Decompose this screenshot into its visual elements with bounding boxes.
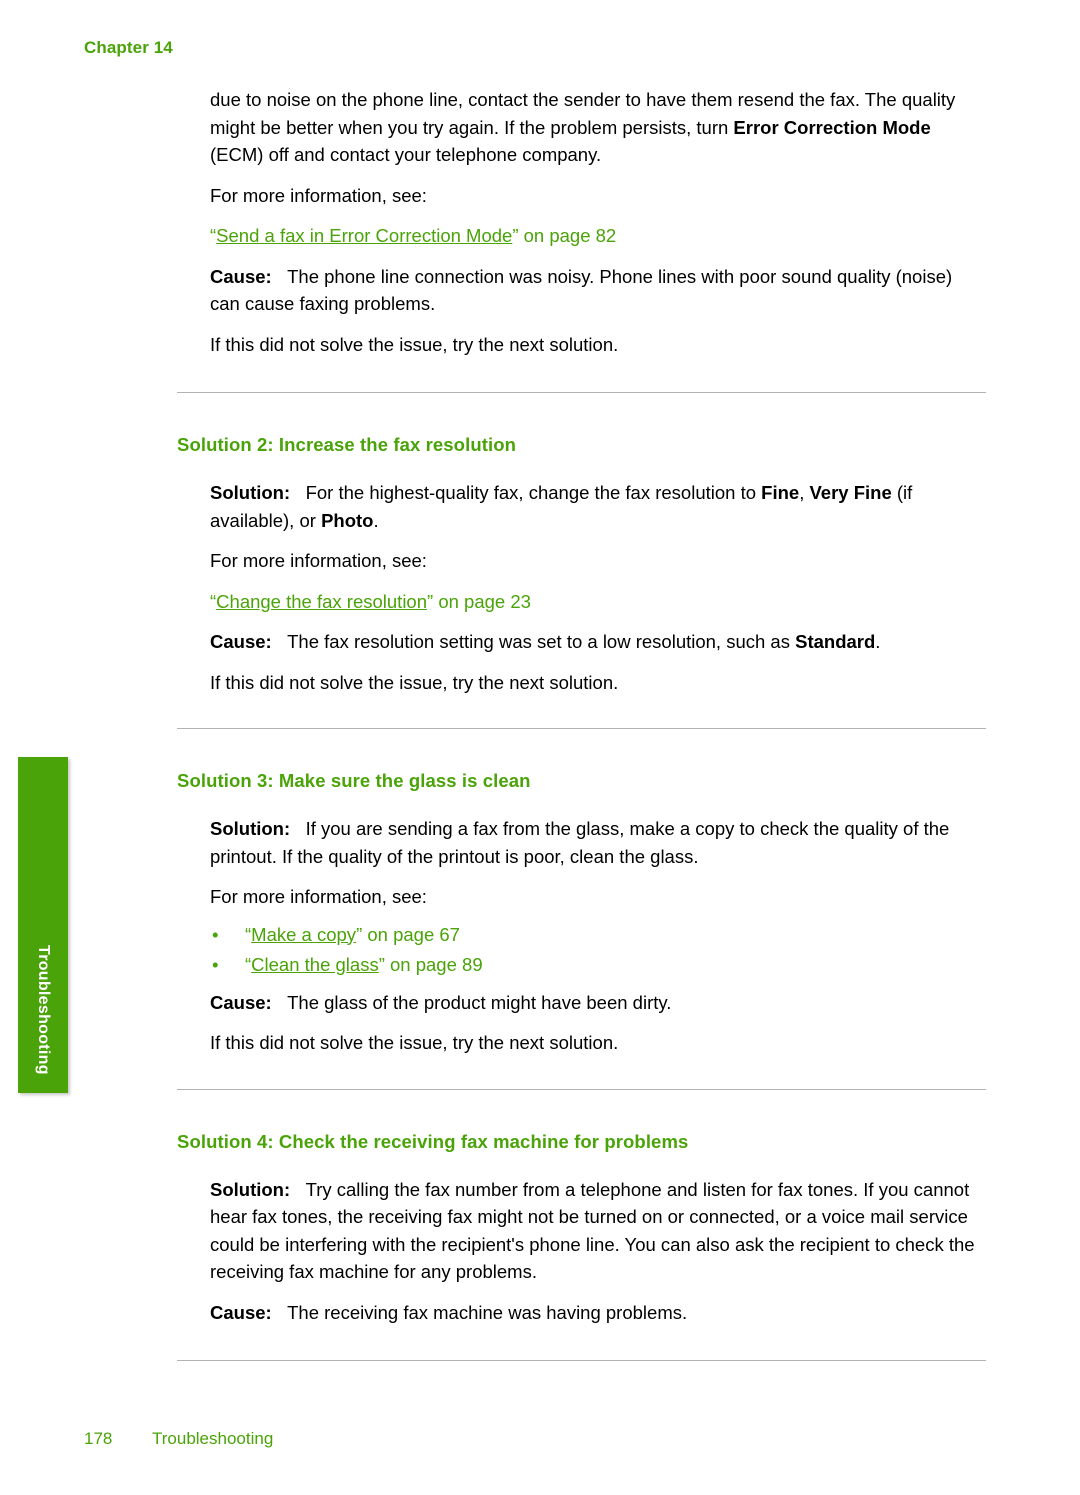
solution2-text-end: . xyxy=(373,509,379,531)
solution2-more-info: For more information, see: xyxy=(210,550,427,571)
crossref-page: on page 67 xyxy=(362,923,460,945)
solution2-body: Solution: For the highest-quality fax, c… xyxy=(210,479,986,534)
solution3-next-solution: If this did not solve the issue, try the… xyxy=(210,1032,619,1053)
intro-more-info: For more information, see: xyxy=(210,184,427,206)
solution2-next-solution: If this did not solve the issue, try the… xyxy=(210,671,619,693)
solution3-cause: Cause: The glass of the product might ha… xyxy=(210,989,986,1017)
solution2-term-photo: Photo xyxy=(321,509,374,531)
intro-paragraph: due to noise on the phone line, contact … xyxy=(210,86,986,169)
cause-label: Cause: xyxy=(210,265,272,287)
solution4-cause: Cause: The receiving fax machine was hav… xyxy=(210,1299,986,1327)
crossref[interactable]: “Make a copy” on page 67 xyxy=(245,924,460,945)
intro-next-solution: If this did not solve the issue, try the… xyxy=(210,333,619,355)
crossref-page: on page 23 xyxy=(433,590,531,612)
solution4-body: Solution: Try calling the fax number fro… xyxy=(210,1176,986,1286)
solution4-text: Try calling the fax number from a teleph… xyxy=(210,1178,975,1283)
solution-label: Solution: xyxy=(210,1178,291,1200)
solution2-sep-1: , xyxy=(799,482,810,503)
intro-cause: Cause: The phone line connection was noi… xyxy=(210,263,986,318)
page-content: due to noise on the phone line, contact … xyxy=(177,86,986,1361)
intro-text-c: (ECM) off and contact your telephone com… xyxy=(210,144,602,165)
solution3-text: If you are sending a fax from the glass,… xyxy=(210,818,950,867)
section-thumb-tab-label: Troubleshooting xyxy=(35,945,52,1075)
section-thumb-tab: Troubleshooting xyxy=(18,757,68,1093)
cause-text-end: . xyxy=(875,631,881,652)
cause-text: The glass of the product might have been… xyxy=(287,991,672,1013)
cause-label: Cause: xyxy=(210,1301,272,1323)
cause-text: The receiving fax machine was having pro… xyxy=(287,1301,688,1323)
cause-label: Cause: xyxy=(210,991,272,1013)
crossref-link[interactable]: Change the fax resolution xyxy=(216,591,427,612)
solution3-body: Solution: If you are sending a fax from … xyxy=(210,815,986,870)
cause-term-standard: Standard xyxy=(795,631,876,652)
intro-term-ecm: Error Correction Mode xyxy=(733,116,931,138)
document-page: Chapter 14 Troubleshooting due to noise … xyxy=(0,0,1080,1495)
list-item[interactable]: • “Make a copy” on page 67 xyxy=(210,920,986,950)
solution2-cause: Cause: The fax resolution setting was se… xyxy=(210,628,986,656)
heading-solution-2: Solution 2: Increase the fax resolution xyxy=(177,434,517,455)
heading-solution-3: Solution 3: Make sure the glass is clean xyxy=(177,770,531,791)
bullet-icon: • xyxy=(212,923,219,945)
solution-label: Solution: xyxy=(210,482,291,503)
footer-section-label: Troubleshooting xyxy=(152,1429,274,1448)
cause-label: Cause: xyxy=(210,631,272,652)
heading-solution-4: Solution 4: Check the receiving fax mach… xyxy=(177,1130,689,1152)
cause-text-a: The fax resolution setting was set to a … xyxy=(287,631,796,652)
bullet-icon: • xyxy=(212,953,219,975)
intro-crossref[interactable]: “Send a fax in Error Correction Mode” on… xyxy=(210,222,986,250)
chapter-header: Chapter 14 xyxy=(84,38,173,57)
solution3-more-info: For more information, see: xyxy=(210,886,427,907)
solution2-term-very-fine: Very Fine xyxy=(809,482,892,503)
crossref-link[interactable]: Make a copy xyxy=(251,924,356,945)
solution3-crossref-list: • “Make a copy” on page 67 • “Clean the gl… xyxy=(177,920,986,980)
list-item[interactable]: • “Clean the glass” on page 89 xyxy=(210,950,986,980)
footer-page-number: 178 xyxy=(84,1429,113,1448)
solution2-crossref[interactable]: “Change the fax resolution” on page 23 xyxy=(210,588,986,616)
crossref-page: on page 82 xyxy=(518,225,617,246)
crossref-link[interactable]: Clean the glass xyxy=(251,954,379,975)
cause-text: The phone line connection was noisy. Pho… xyxy=(210,265,953,315)
solution2-text-a: For the highest-quality fax, change the … xyxy=(305,482,762,503)
solution2-term-fine: Fine xyxy=(761,482,800,503)
section-divider xyxy=(177,1360,986,1361)
solution-label: Solution: xyxy=(210,818,291,839)
crossref-page: on page 89 xyxy=(384,953,483,975)
crossref-link[interactable]: Send a fax in Error Correction Mode xyxy=(216,225,512,246)
page-footer: 178 Troubleshooting xyxy=(84,1429,273,1449)
crossref[interactable]: “Clean the glass” on page 89 xyxy=(245,954,483,975)
